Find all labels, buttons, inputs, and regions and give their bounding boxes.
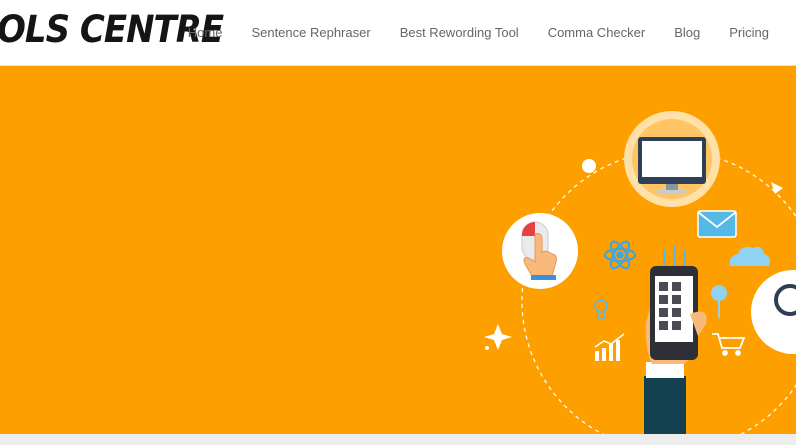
lightbulb-icon xyxy=(594,299,608,319)
nav-pricing[interactable]: Pricing xyxy=(729,25,769,40)
site-header: OLS CENTRE Home Sentence Rephraser Best … xyxy=(0,0,796,66)
content-divider-strip xyxy=(0,434,796,445)
magnifier-icon xyxy=(751,270,796,354)
atom-icon xyxy=(603,240,637,270)
monitor-icon xyxy=(624,111,720,207)
shopping-cart-icon xyxy=(712,333,746,356)
nav-blog[interactable]: Blog xyxy=(674,25,700,40)
nav-home[interactable]: Home xyxy=(188,25,223,40)
mouse-click-icon xyxy=(502,213,578,289)
cursor-arrow-icon xyxy=(771,182,783,194)
smartphone-icon xyxy=(644,246,707,434)
hero-banner xyxy=(0,66,796,434)
sparkle-icon xyxy=(484,324,512,350)
main-nav: Home Sentence Rephraser Best Rewording T… xyxy=(188,0,796,65)
nav-best-rewording-tool[interactable]: Best Rewording Tool xyxy=(400,25,519,40)
envelope-icon xyxy=(697,210,737,238)
nav-comma-checker[interactable]: Comma Checker xyxy=(548,25,646,40)
chart-icon xyxy=(594,333,625,361)
cloud-icon xyxy=(729,246,770,266)
orbit-dot xyxy=(582,159,596,173)
hero-illustration xyxy=(484,111,796,434)
location-pin-icon xyxy=(711,285,727,318)
nav-sentence-rephraser[interactable]: Sentence Rephraser xyxy=(251,25,370,40)
